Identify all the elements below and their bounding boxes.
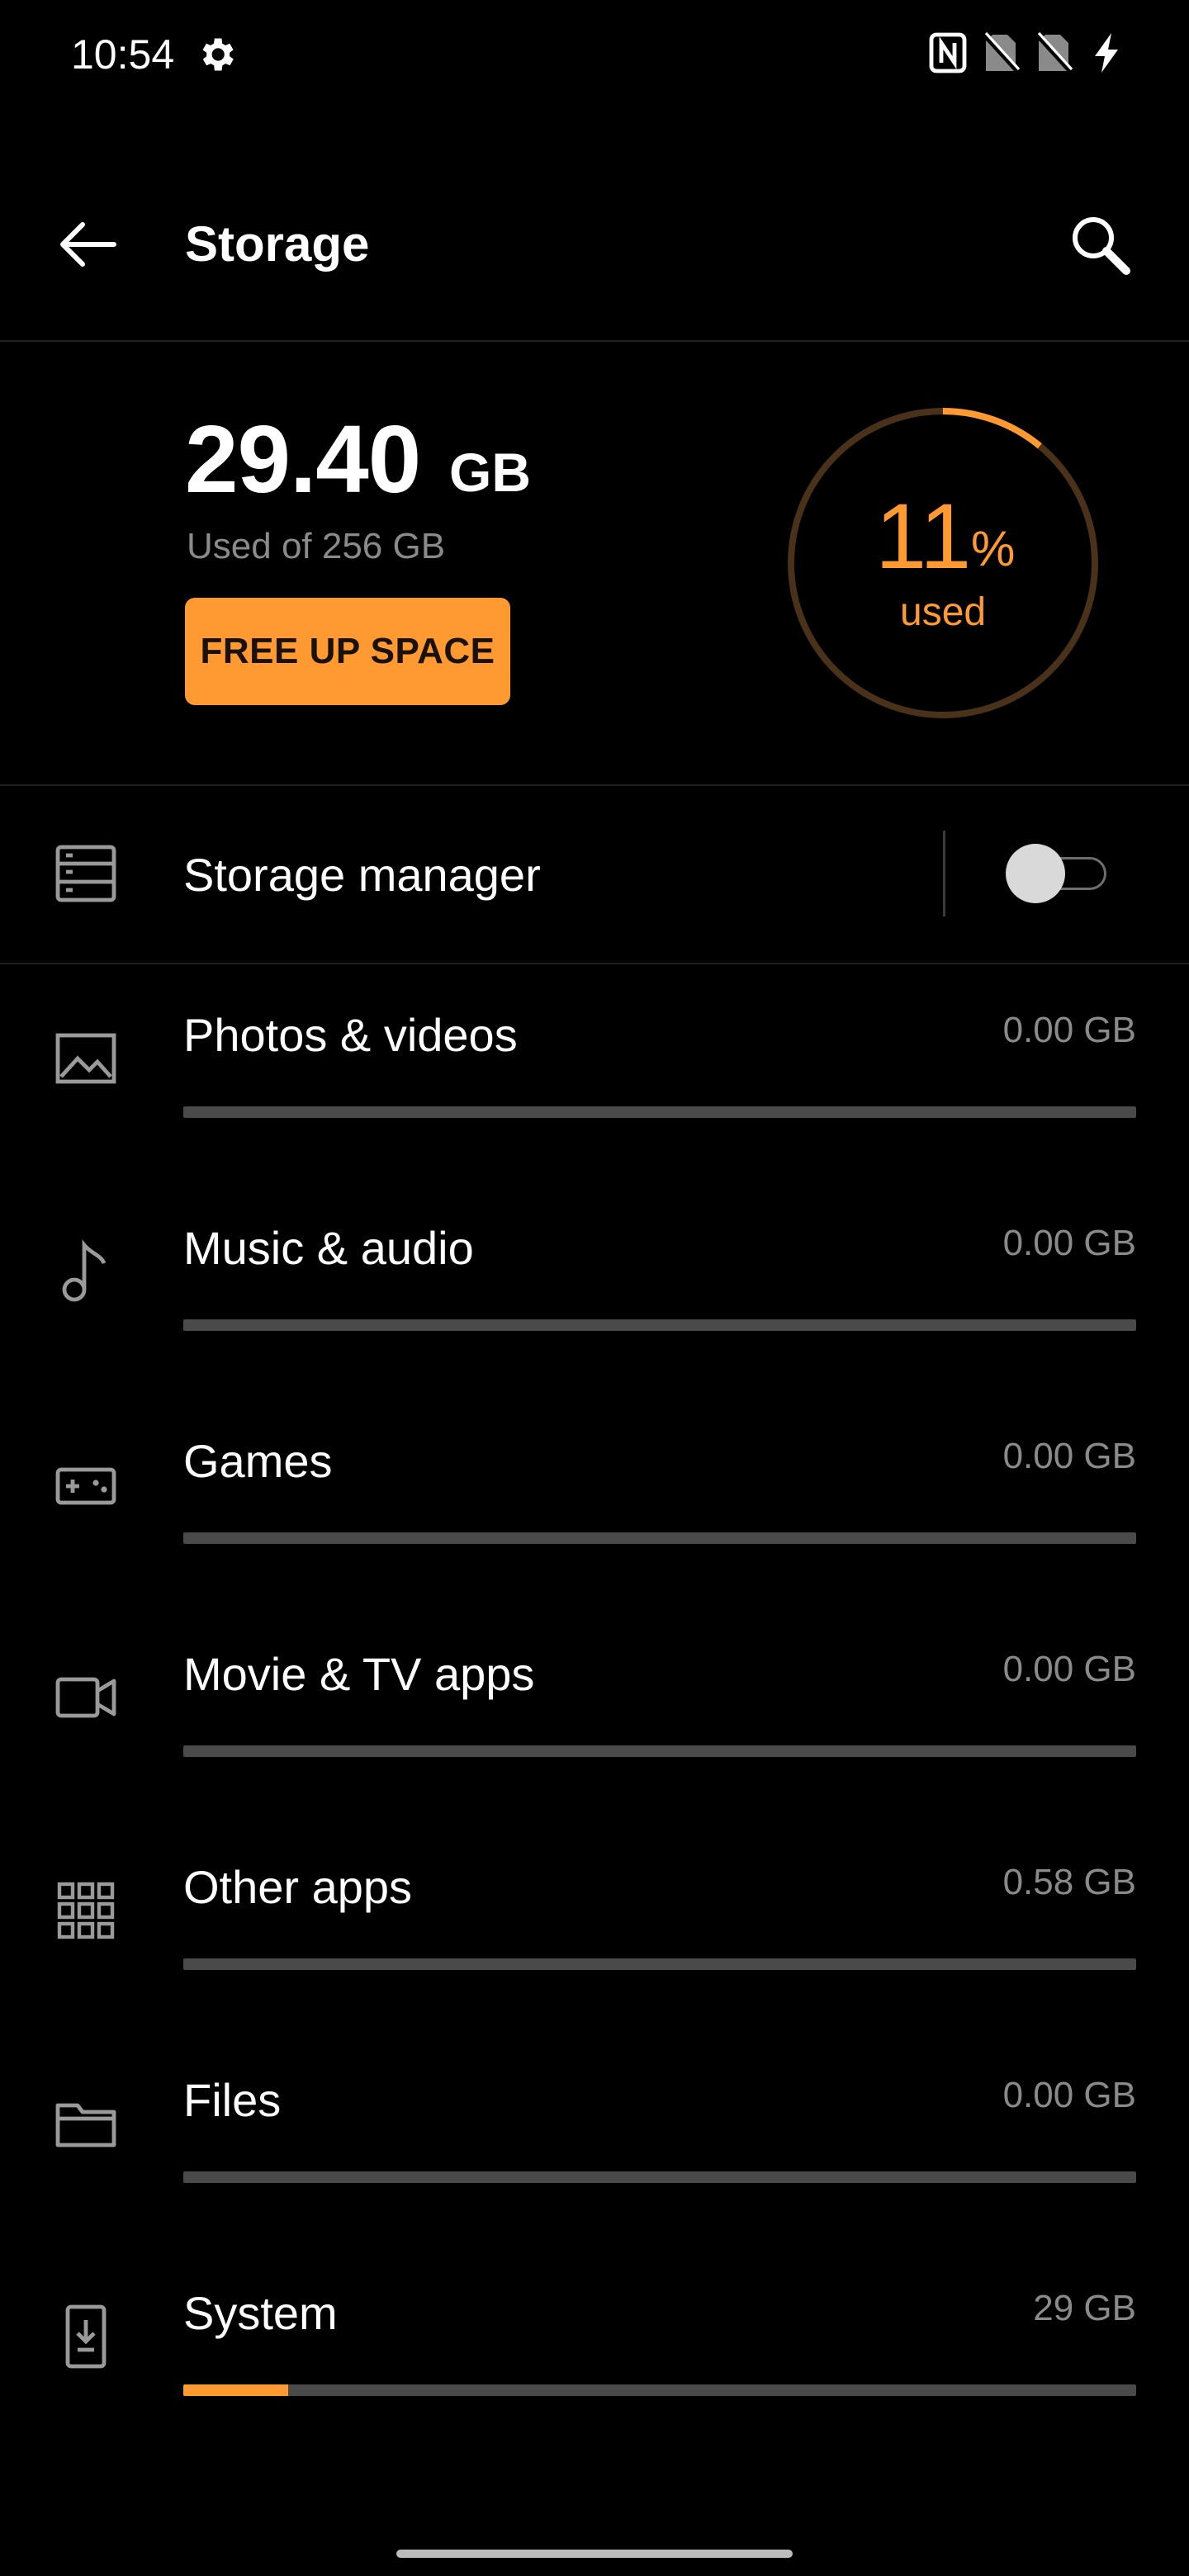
status-time: 10:54 [71,31,175,78]
summary-divider [0,784,1189,786]
category-usage-bar [183,1319,1136,1331]
no-sim-icon [981,30,1021,76]
home-indicator[interactable] [396,2550,793,2558]
toggle-thumb [1006,844,1065,903]
category-usage-bar [183,1106,1136,1118]
category-size: 0.00 GB [1002,1436,1136,1476]
category-usage-bar [183,1745,1136,1757]
category-usage-fill [183,2384,288,2396]
usage-percent-symbol: % [971,521,1016,576]
back-button[interactable] [51,208,124,281]
free-up-space-button[interactable]: FREE UP SPACE [185,598,510,705]
category-usage-bar [183,2171,1136,2183]
no-sim-icon [1034,30,1073,76]
category-size: 29 GB [1033,2288,1136,2328]
storage-manager-label[interactable]: Storage manager [183,849,541,902]
nfc-icon [928,30,968,76]
used-storage-value: 29.40 [185,405,421,513]
category-usage-bar [183,1958,1136,1970]
category-label[interactable]: Games [183,1435,333,1488]
manager-divider [0,963,1189,964]
category-label[interactable]: Photos & videos [183,1009,518,1062]
usage-caption: used [900,590,987,634]
charging-bolt-icon [1087,30,1126,76]
gamepad-icon [51,1450,121,1519]
apps-grid-icon [51,1876,121,1945]
storage-manager-icon [54,844,117,903]
folder-icon [51,2089,121,2158]
category-label[interactable]: Other apps [183,1861,412,1914]
category-size: 0.00 GB [1002,1010,1136,1050]
used-storage-unit: GB [449,442,531,503]
category-label[interactable]: Files [183,2074,281,2127]
storage-manager-toggle[interactable] [1006,844,1111,903]
category-usage-bar [183,1532,1136,1544]
music-note-icon [51,1237,121,1306]
search-button[interactable] [1062,206,1141,286]
category-usage-bar [183,2384,1136,2396]
system-download-icon [51,2302,121,2371]
category-label[interactable]: System [183,2287,338,2340]
used-of-total: Used of 256 GB [187,526,446,566]
storage-manager-separator [943,831,945,916]
category-size: 0.00 GB [1002,2075,1136,2115]
video-camera-icon [51,1663,121,1732]
category-size: 0.00 GB [1002,1649,1136,1689]
category-size: 0.58 GB [1002,1862,1136,1902]
category-label[interactable]: Music & audio [183,1222,474,1275]
page-title: Storage [185,216,370,272]
category-label[interactable]: Movie & TV apps [183,1648,534,1701]
settings-gear-icon [195,33,238,76]
image-icon [51,1024,121,1093]
arrow-left-icon [60,222,116,267]
search-icon [1073,217,1130,275]
category-size: 0.00 GB [1002,1223,1136,1263]
header-divider [0,340,1189,342]
usage-percent: 11 [875,485,972,588]
